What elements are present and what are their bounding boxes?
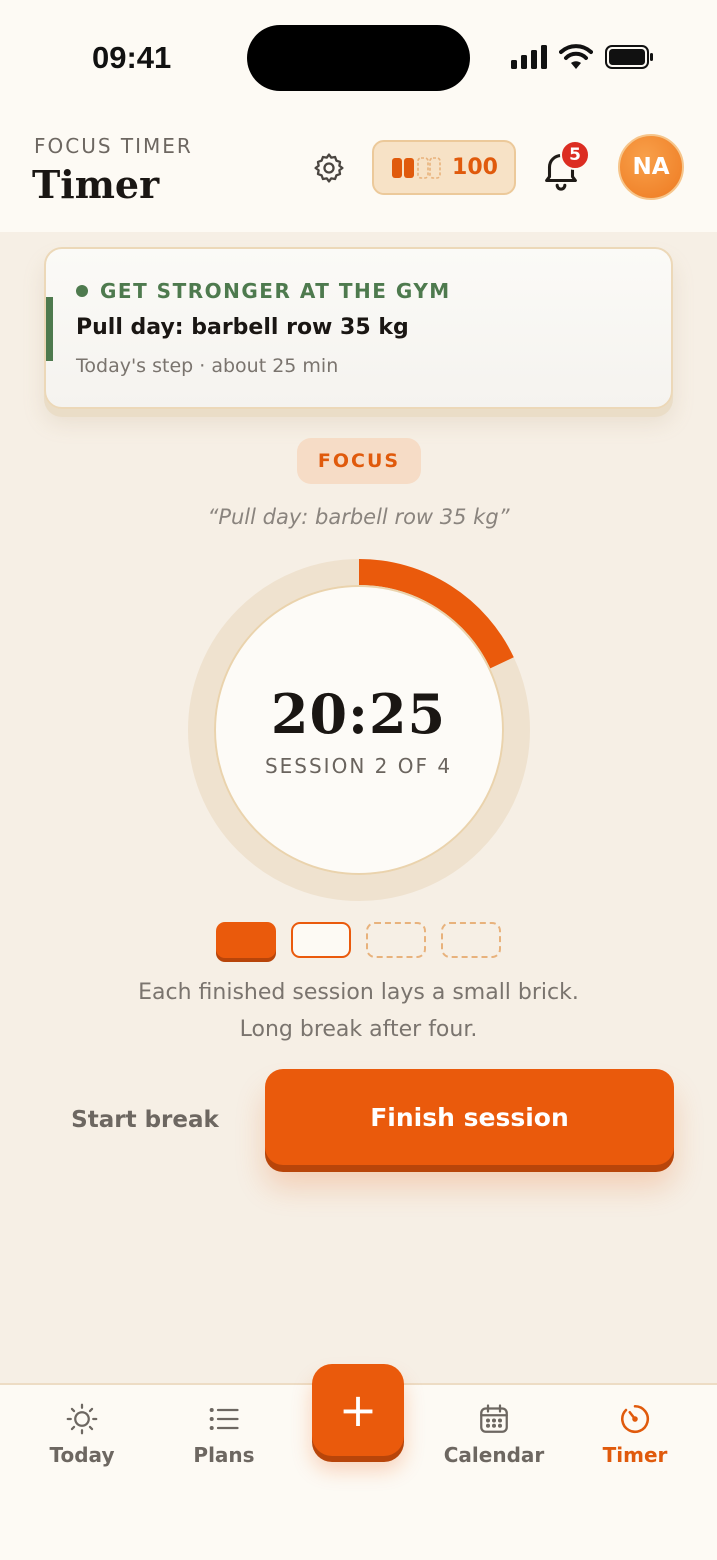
tab-calendar[interactable]: Calendar bbox=[434, 1401, 554, 1471]
session-brick-todo bbox=[366, 922, 426, 958]
header-kicker: FOCUS TIMER bbox=[34, 134, 193, 158]
calendar-icon bbox=[480, 1404, 508, 1433]
status-bar: 09:41 bbox=[0, 0, 717, 118]
settings-button[interactable] bbox=[309, 148, 349, 188]
goal-card[interactable]: GET STRONGER AT THE GYM Pull day: barbel… bbox=[44, 247, 673, 409]
tab-timer[interactable]: Timer bbox=[575, 1401, 695, 1471]
battery-icon bbox=[605, 45, 653, 69]
app-header: FOCUS TIMER Timer 100 5 NA bbox=[0, 118, 717, 232]
goal-dot-icon bbox=[76, 285, 88, 297]
sun-icon bbox=[66, 1403, 98, 1435]
session-bricks bbox=[216, 922, 501, 958]
goal-task-subtitle: Today's step · about 25 min bbox=[76, 355, 339, 377]
session-hint: Each finished session lays a small brick… bbox=[138, 980, 579, 1042]
status-time: 09:41 bbox=[92, 40, 172, 75]
timer-icon bbox=[621, 1404, 650, 1433]
gear-icon bbox=[314, 153, 344, 183]
tab-label: Today bbox=[49, 1443, 115, 1467]
goal-tag: GET STRONGER AT THE GYM bbox=[76, 279, 451, 303]
start-break-button[interactable]: Start break bbox=[60, 1098, 230, 1142]
tab-label: Calendar bbox=[443, 1443, 545, 1467]
brick-balance-button[interactable]: 100 bbox=[372, 140, 516, 195]
brick-count: 100 bbox=[452, 155, 498, 180]
bricks-icon bbox=[392, 156, 441, 179]
dynamic-island bbox=[247, 25, 470, 91]
add-button[interactable]: + bbox=[312, 1364, 404, 1456]
tab-label: Timer bbox=[602, 1443, 668, 1467]
task-quote: “Pull day: barbell row 35 kg” bbox=[207, 505, 510, 529]
status-icons bbox=[511, 44, 655, 70]
list-icon bbox=[209, 1407, 239, 1431]
cellular-signal-icon bbox=[511, 45, 547, 69]
page-title: Timer bbox=[32, 162, 160, 207]
mode-chip: FOCUS bbox=[297, 438, 421, 484]
goal-accent-bar bbox=[46, 297, 53, 361]
session-label: SESSION 2 OF 4 bbox=[264, 754, 453, 778]
wifi-icon bbox=[559, 44, 593, 69]
goal-name: GET STRONGER AT THE GYM bbox=[100, 279, 451, 303]
tab-today[interactable]: Today bbox=[22, 1401, 142, 1471]
session-brick-todo bbox=[441, 922, 501, 958]
notification-badge: 5 bbox=[560, 140, 590, 170]
tab-label: Plans bbox=[193, 1443, 255, 1467]
finish-session-button[interactable]: Finish session bbox=[265, 1069, 674, 1165]
session-brick-done bbox=[216, 922, 276, 958]
avatar[interactable]: NA bbox=[618, 134, 684, 200]
timer-readout: 20:25 bbox=[270, 682, 447, 746]
session-brick-current bbox=[291, 922, 351, 958]
goal-task-title: Pull day: barbell row 35 kg bbox=[76, 315, 409, 340]
tab-plans[interactable]: Plans bbox=[164, 1401, 284, 1471]
